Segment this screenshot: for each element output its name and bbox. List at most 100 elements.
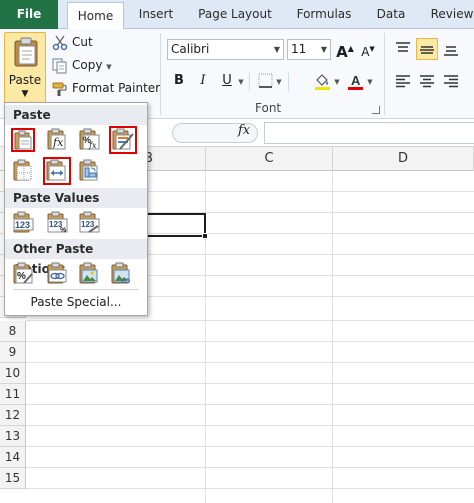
row-header-11[interactable]: 11 (0, 384, 26, 405)
chevron-down-icon: ▼ (238, 78, 244, 86)
italic-icon: I (200, 73, 206, 88)
row-header-13[interactable]: 13 (0, 426, 26, 447)
linked-picture-icon (111, 262, 131, 284)
font-group-label: Font (255, 101, 282, 115)
paste-values-source-formatting-button[interactable]: 123 (77, 211, 101, 235)
formulas-icon: fx (47, 128, 66, 150)
fill-color-button[interactable] (312, 70, 334, 92)
column-header-label: D (397, 151, 408, 166)
borders-dropdown[interactable]: ▼ (274, 70, 284, 92)
underline-button[interactable]: U (216, 70, 238, 92)
borders-button[interactable] (254, 70, 276, 92)
clipboard-paste-icon (14, 37, 38, 67)
active-cell-selection[interactable] (140, 213, 206, 237)
paste-icon-button[interactable] (11, 128, 35, 152)
align-middle-button[interactable] (416, 38, 438, 60)
grow-font-button[interactable]: A▲ (334, 38, 356, 61)
font-size-select[interactable]: 11 ▼ (287, 39, 331, 60)
menu-separator (13, 289, 139, 290)
align-top-button[interactable] (392, 38, 414, 60)
fill-handle[interactable] (202, 233, 208, 239)
gridline (332, 171, 333, 503)
paste-link-button[interactable] (45, 262, 69, 286)
fill-color-dropdown[interactable]: ▼ (332, 70, 342, 92)
row-header-12[interactable]: 12 (0, 405, 26, 426)
tab-home[interactable]: Home (67, 2, 124, 30)
svg-text:fx: fx (88, 141, 97, 150)
picture-icon (79, 262, 98, 284)
format-painter-button[interactable]: Format Painter (52, 78, 160, 98)
tab-formulas[interactable]: Formulas (288, 0, 360, 29)
align-bottom-button[interactable] (440, 38, 462, 60)
insert-function-icon[interactable]: fx (238, 123, 250, 138)
font-name-value: Calibri (171, 42, 210, 56)
format-painter-label: Format Painter (72, 81, 161, 95)
values-brush-icon: 123 (79, 211, 100, 233)
align-left-button[interactable] (392, 70, 414, 92)
paste-picture-button[interactable] (77, 262, 101, 286)
paste-formulas-number-format-button[interactable]: % fx (77, 128, 101, 152)
chevron-down-icon: ▼ (276, 78, 282, 86)
paste-label: Paste (8, 73, 42, 87)
column-header-d[interactable]: D (333, 147, 474, 171)
gridline (26, 425, 474, 426)
svg-text:fx: fx (52, 136, 64, 149)
row-header-9[interactable]: 9 (0, 342, 26, 363)
font-color-dropdown[interactable]: ▼ (365, 70, 375, 92)
row-header-10[interactable]: 10 (0, 363, 26, 384)
paste-formulas-button[interactable]: fx (45, 128, 69, 152)
borders-icon (258, 73, 272, 88)
copy-button[interactable]: Copy ▼ (52, 55, 112, 75)
paste-formatting-button[interactable]: % (11, 262, 35, 286)
tab-page-layout[interactable]: Page Layout (190, 0, 280, 29)
grow-font-icon: A (336, 43, 348, 61)
gridline (26, 320, 474, 321)
font-size-value: 11 (291, 42, 307, 56)
paste-no-borders-button[interactable] (11, 159, 35, 183)
keep-source-formatting-button[interactable] (109, 126, 137, 154)
transpose-button[interactable] (77, 159, 101, 183)
paste-values-section-header: Paste Values (5, 188, 147, 208)
paint-bucket-icon (315, 73, 330, 90)
paste-section-header: Paste (5, 105, 147, 125)
formula-input[interactable] (264, 122, 474, 144)
bold-button[interactable]: B (168, 70, 190, 92)
align-left-icon (396, 74, 410, 87)
font-name-select[interactable]: Calibri ▼ (167, 39, 284, 60)
align-center-button[interactable] (416, 70, 438, 92)
paste-values-number-format-button[interactable]: 123 % (45, 211, 69, 235)
tab-file[interactable]: File (0, 0, 58, 29)
row-header-8[interactable]: 8 (0, 321, 26, 342)
column-header-label: C (264, 151, 274, 166)
row-header-15[interactable]: 15 (0, 468, 26, 489)
paste-options-menu: Paste fx % fx Paste Values 123 123 % 123… (4, 102, 148, 316)
column-widths-icon (46, 159, 66, 181)
cut-button[interactable]: Cut (52, 32, 93, 52)
shrink-font-button[interactable]: A▼ (357, 38, 379, 60)
paste-values-button[interactable]: 123 (11, 211, 35, 235)
font-color-button[interactable]: A (345, 70, 367, 92)
chevron-down-icon: ▼ (320, 45, 327, 54)
gridline (26, 488, 474, 489)
paste-special-menu-item[interactable]: Paste Special... (5, 291, 147, 313)
tab-data[interactable]: Data (366, 0, 416, 29)
chevron-down-icon[interactable]: ▼ (106, 63, 111, 71)
underline-dropdown[interactable]: ▼ (236, 70, 246, 92)
italic-button[interactable]: I (192, 70, 214, 92)
paste-button[interactable]: Paste ▼ (4, 32, 46, 106)
svg-text:%: % (17, 271, 26, 282)
align-right-icon (444, 74, 458, 87)
paste-linked-picture-button[interactable] (109, 262, 133, 286)
keep-source-column-widths-button[interactable] (43, 157, 71, 185)
tab-review[interactable]: Review (424, 0, 474, 29)
tab-insert[interactable]: Insert (126, 0, 186, 29)
row-header-14[interactable]: 14 (0, 447, 26, 468)
align-right-button[interactable] (440, 70, 462, 92)
font-color-icon: A (348, 73, 363, 90)
cut-label: Cut (72, 35, 93, 49)
chevron-down-icon: ▼ (367, 78, 373, 86)
chevron-down-icon[interactable]: ▼ (5, 89, 45, 99)
font-dialog-launcher-icon[interactable] (372, 106, 380, 114)
gridline (26, 383, 474, 384)
column-header-c[interactable]: C (206, 147, 333, 171)
